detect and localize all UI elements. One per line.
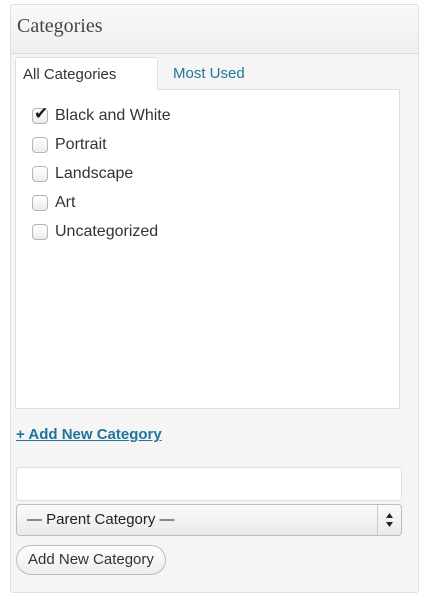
category-label: Art (55, 194, 76, 211)
up-down-arrows-icon (386, 513, 393, 527)
category-item-landscape[interactable]: Landscape (32, 162, 133, 186)
category-item-portrait[interactable]: Portrait (32, 133, 107, 157)
category-label: Landscape (55, 165, 134, 182)
add-new-category-button[interactable]: Add New Category (16, 545, 166, 575)
category-checkbox[interactable] (32, 166, 48, 182)
tab-all-categories[interactable]: All Categories (15, 57, 158, 90)
panel-title: Categories (17, 15, 103, 37)
category-label: Uncategorized (55, 223, 159, 240)
category-item-art[interactable]: Art (32, 191, 75, 215)
category-checklist: ✔ Black and White Portrait Landscape Art… (15, 89, 400, 409)
new-category-name-input[interactable] (16, 467, 402, 501)
category-checkbox[interactable]: ✔ (32, 104, 48, 124)
category-item-uncategorized[interactable]: Uncategorized (32, 220, 158, 244)
parent-category-selected-value: — Parent Category — (27, 511, 175, 528)
parent-category-select[interactable]: — Parent Category — (16, 504, 402, 536)
category-label: Portrait (55, 136, 107, 153)
category-checkbox[interactable] (32, 224, 48, 240)
select-arrow-button (377, 505, 401, 535)
category-checkbox[interactable] (32, 195, 48, 211)
category-label: Black and White (55, 107, 171, 124)
add-new-category-link[interactable]: + Add New Category (16, 426, 162, 443)
checkmark-icon: ✔ (34, 104, 49, 124)
category-item-black-and-white[interactable]: ✔ Black and White (32, 104, 171, 128)
category-checkbox[interactable] (32, 137, 48, 153)
tab-most-used[interactable]: Most Used (173, 57, 245, 90)
